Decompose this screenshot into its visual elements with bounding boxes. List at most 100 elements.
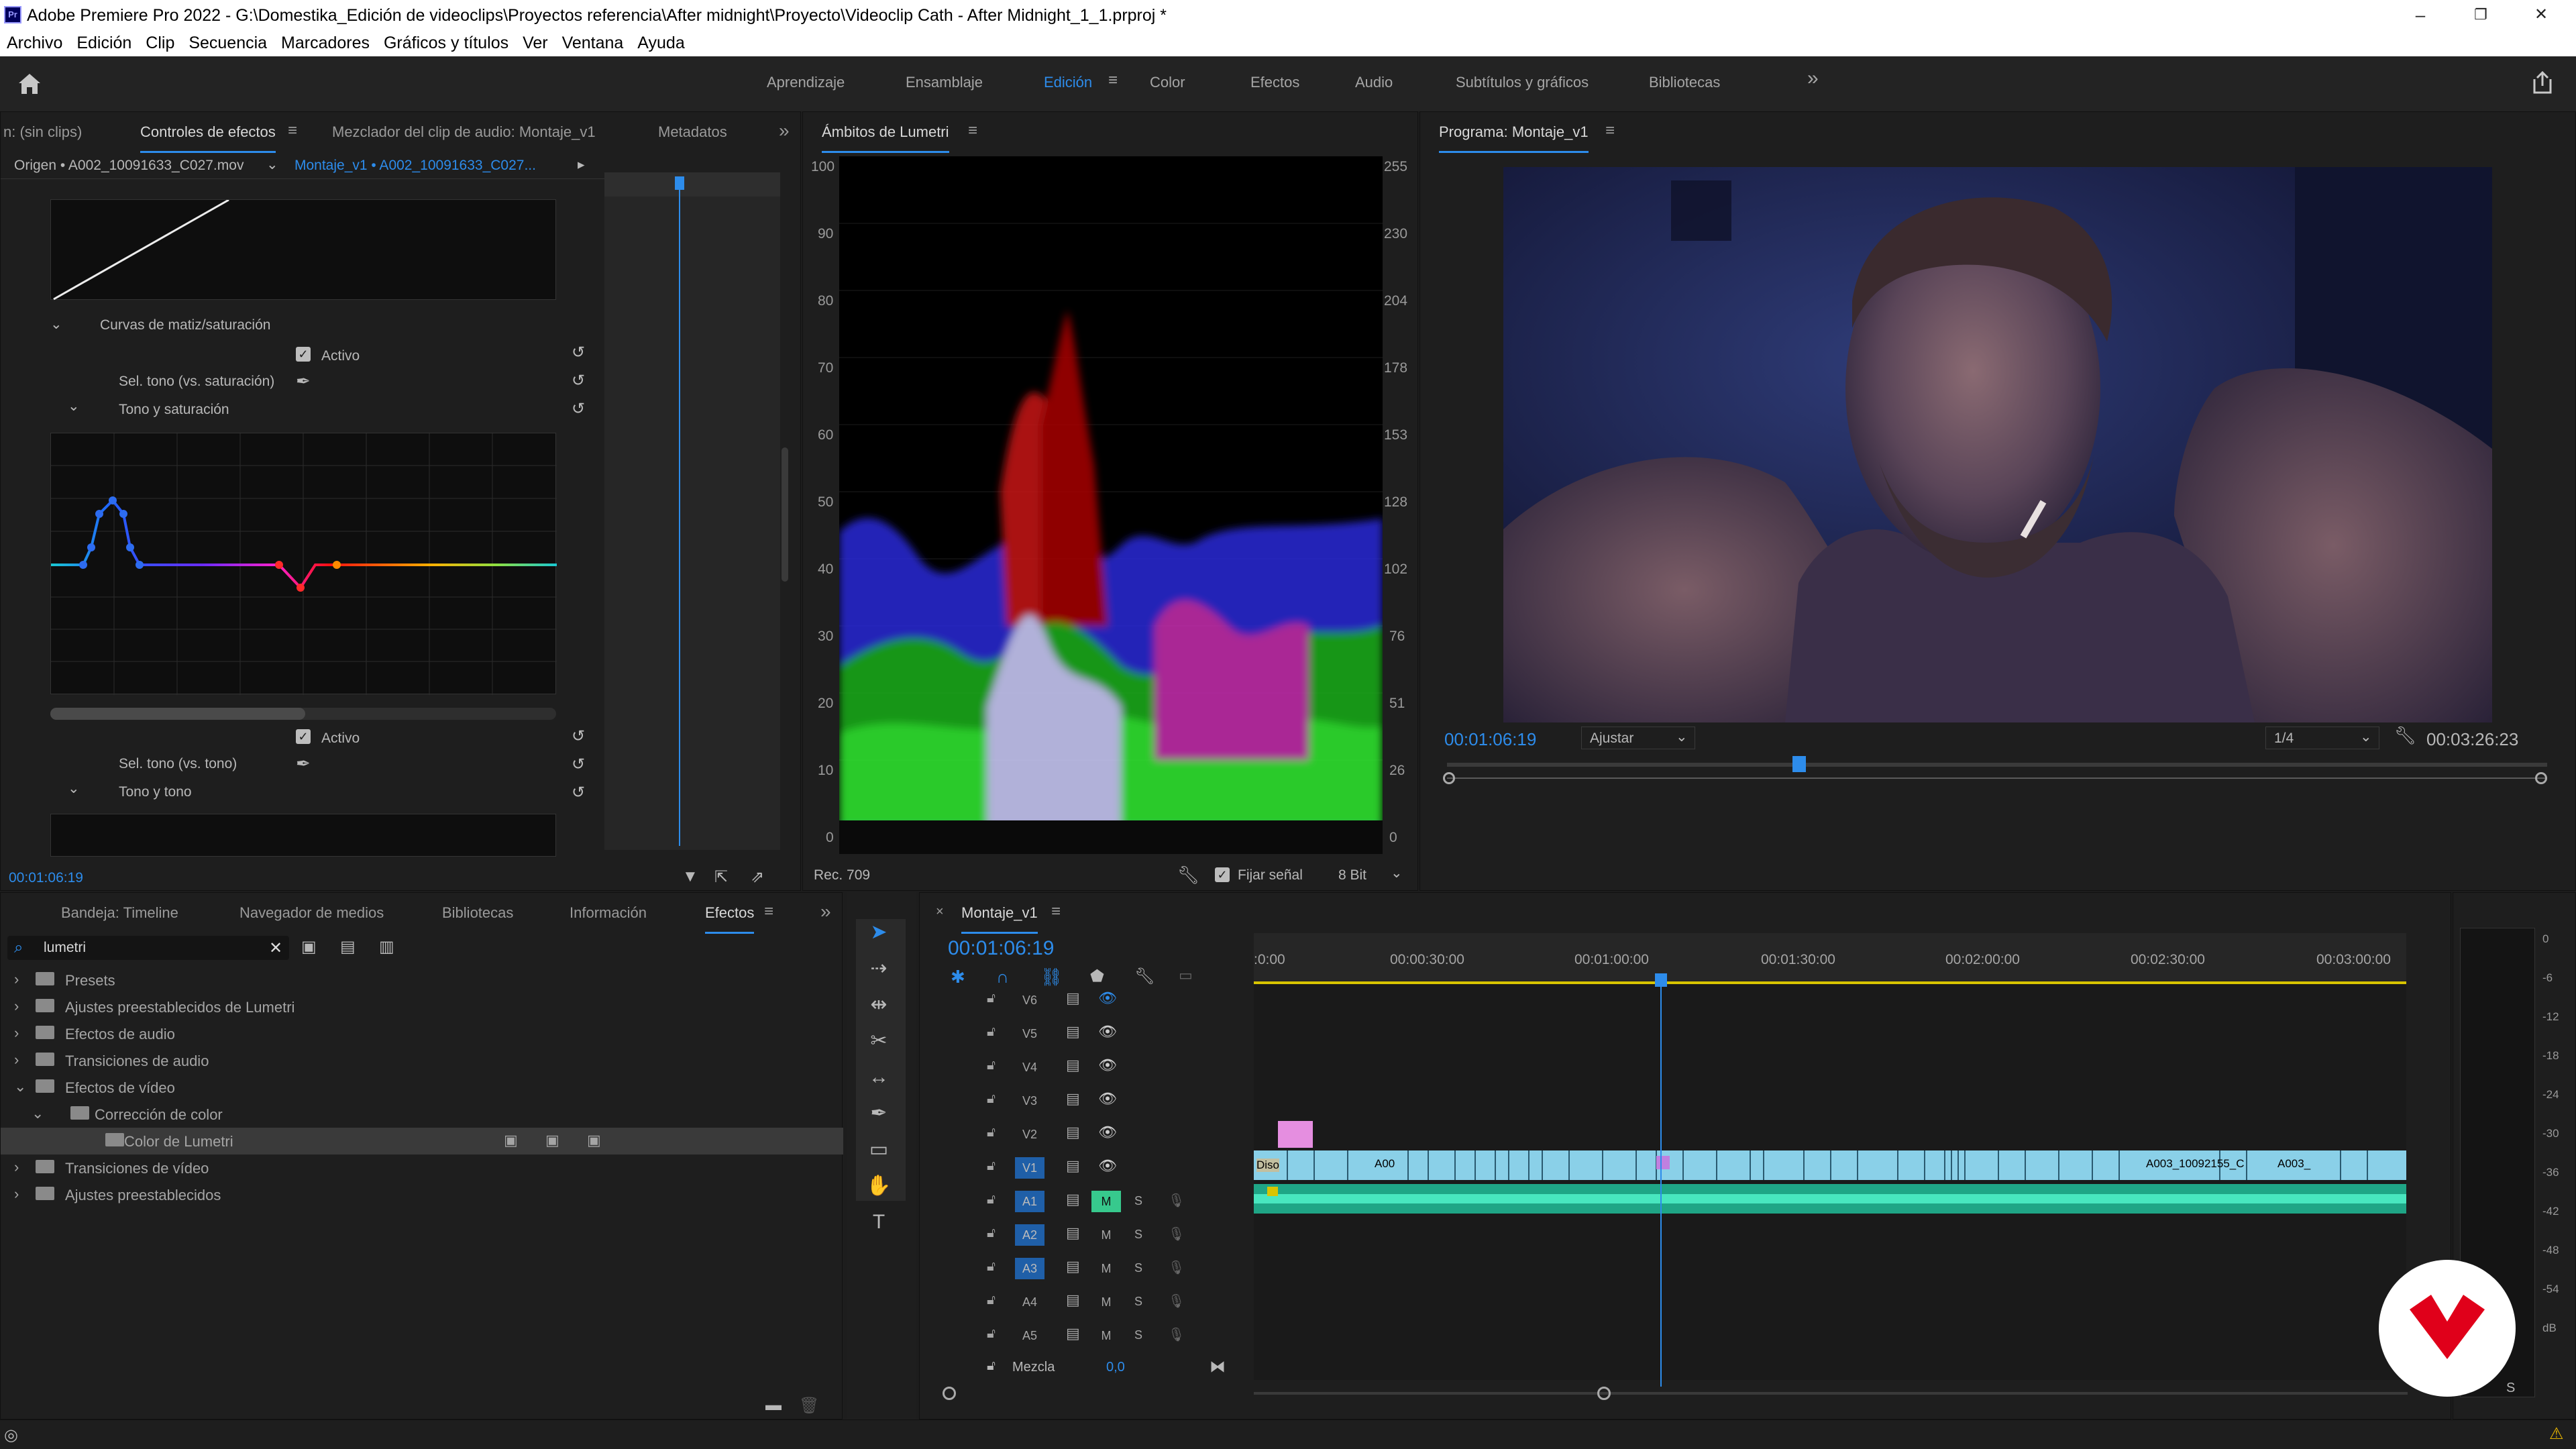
- lock-icon[interactable]: 🔓︎: [987, 1125, 996, 1140]
- tab-program[interactable]: Programa: Montaje_v1: [1439, 123, 1589, 153]
- eye-icon[interactable]: 👁︎: [1098, 1090, 1117, 1108]
- hand-tool-icon[interactable]: ✋: [865, 1173, 892, 1199]
- eyedropper-icon[interactable]: ✒: [296, 371, 311, 392]
- sync-lock-icon[interactable]: ▤: [1066, 1023, 1080, 1040]
- pen-tool-icon[interactable]: ✒: [865, 1100, 892, 1127]
- effect-folder[interactable]: › Transiciones de vídeo: [1, 1155, 843, 1181]
- settings-wrench-icon[interactable]: 🔧︎: [2394, 725, 2416, 746]
- track-label[interactable]: A4: [1015, 1291, 1044, 1313]
- clamp-signal-checkbox[interactable]: ✓: [1215, 867, 1230, 882]
- chevron-right-icon[interactable]: ›: [14, 1051, 19, 1069]
- chevron-right-icon[interactable]: ›: [14, 998, 19, 1015]
- lock-icon[interactable]: 🔓︎: [987, 1293, 996, 1308]
- menu-clip[interactable]: Clip: [146, 31, 174, 55]
- mix-track-header[interactable]: 🔓︎ Mezcla 0,0 ⧓: [987, 1356, 1255, 1383]
- solo-button[interactable]: S: [1134, 1295, 1142, 1309]
- audio-track-header[interactable]: 🔓︎ A5 ▤ M S 🎙︎: [920, 1320, 1254, 1352]
- sequence-clip-label[interactable]: Montaje_v1 • A002_10091633_C027...: [294, 158, 536, 174]
- effects-mini-timeline[interactable]: [604, 172, 780, 850]
- tab-info[interactable]: Información: [570, 904, 647, 922]
- chevron-down-icon[interactable]: ⌄: [266, 156, 278, 173]
- razor-tool-icon[interactable]: ✂: [865, 1028, 892, 1055]
- hue-sat-section-row[interactable]: ⌄ Curvas de matiz/saturación: [50, 312, 587, 339]
- playhead-handle[interactable]: [675, 176, 684, 190]
- sync-lock-icon[interactable]: ▤: [1066, 1224, 1080, 1242]
- panel-menu-icon[interactable]: ≡: [288, 121, 297, 140]
- active-checkbox[interactable]: ✓: [296, 347, 311, 362]
- warning-icon[interactable]: ⚠: [2549, 1424, 2564, 1444]
- lock-icon[interactable]: 🔓︎: [987, 1091, 996, 1107]
- lock-icon[interactable]: 🔓︎: [987, 1259, 996, 1275]
- program-scrub-bar[interactable]: [1443, 756, 2547, 786]
- audio-track-header[interactable]: 🔓︎ A2 ▤ M S 🎙︎: [920, 1219, 1254, 1251]
- v2-graphic-clip[interactable]: [1278, 1121, 1313, 1148]
- mute-button[interactable]: M: [1091, 1224, 1121, 1246]
- close-button[interactable]: ✕: [2521, 3, 2561, 28]
- accelerated-effects-icon[interactable]: ▣: [301, 937, 317, 957]
- microphone-icon[interactable]: 🎙︎: [1168, 1259, 1185, 1276]
- chevron-right-icon[interactable]: ›: [14, 1159, 19, 1176]
- track-label[interactable]: V4: [1015, 1057, 1044, 1078]
- track-label[interactable]: A1: [1015, 1191, 1044, 1212]
- workspace-color[interactable]: Color: [1150, 74, 1185, 91]
- video-track-header[interactable]: 🔓︎ V5 ▤ 👁︎: [920, 1018, 1254, 1050]
- menu-ayuda[interactable]: Ayuda: [637, 31, 684, 55]
- track-label[interactable]: A2: [1015, 1224, 1044, 1246]
- reset-icon[interactable]: ↺: [570, 400, 587, 418]
- reset-icon[interactable]: ↺: [570, 728, 587, 745]
- reset-icon[interactable]: ↺: [570, 756, 587, 773]
- panel-overflow-icon[interactable]: »: [820, 901, 831, 922]
- program-video-frame[interactable]: [1503, 167, 2492, 722]
- rectangle-tool-icon[interactable]: ▭: [865, 1136, 892, 1163]
- sync-lock-icon[interactable]: ▤: [1066, 1157, 1080, 1175]
- workspace-efectos[interactable]: Efectos: [1250, 74, 1299, 91]
- lock-icon[interactable]: 🔓︎: [987, 1058, 996, 1073]
- tab-sequence[interactable]: Montaje_v1: [961, 904, 1038, 934]
- chevron-down-icon[interactable]: ⌄: [32, 1105, 44, 1122]
- chevron-down-icon[interactable]: ⌄: [68, 780, 80, 797]
- graph-scrollbar[interactable]: [50, 708, 556, 720]
- workspace-audio[interactable]: Audio: [1355, 74, 1393, 91]
- menu-ver[interactable]: Ver: [523, 31, 548, 55]
- video-track-header[interactable]: 🔓︎ V1 ▤ 👁︎: [920, 1152, 1254, 1184]
- tab-lumetri-scopes[interactable]: Ámbitos de Lumetri: [822, 123, 949, 153]
- lock-icon[interactable]: 🔓︎: [987, 1358, 996, 1374]
- sync-lock-icon[interactable]: ▤: [1066, 1258, 1080, 1275]
- hue-vs-sat-curve-graph[interactable]: [50, 433, 557, 695]
- microphone-icon[interactable]: 🎙︎: [1168, 1226, 1185, 1242]
- reset-icon[interactable]: ↺: [570, 784, 587, 802]
- video-track-header[interactable]: 🔓︎ V3 ▤ 👁︎: [920, 1085, 1254, 1117]
- share-icon[interactable]: [2530, 70, 2555, 95]
- effects-search-input[interactable]: lumetri: [44, 940, 86, 956]
- workspace-edicion[interactable]: Edición: [1044, 74, 1092, 91]
- delete-icon[interactable]: 🗑︎: [799, 1396, 819, 1415]
- track-label[interactable]: A3: [1015, 1258, 1044, 1279]
- maximize-button[interactable]: ❐: [2461, 3, 2501, 28]
- solo-button[interactable]: S: [1134, 1194, 1142, 1208]
- v1-clip-strip[interactable]: Diso A00 A003_10092155_C A003_: [1254, 1150, 2406, 1180]
- microphone-icon[interactable]: 🎙︎: [1168, 1293, 1185, 1309]
- eye-icon[interactable]: 👁︎: [1098, 1023, 1117, 1040]
- mix-value[interactable]: 0,0: [1106, 1360, 1125, 1375]
- type-tool-icon[interactable]: T: [865, 1209, 892, 1236]
- effect-timecode[interactable]: 00:01:06:19: [9, 870, 83, 886]
- chevron-down-icon[interactable]: ⌄: [1391, 865, 1403, 881]
- mute-button[interactable]: M: [1091, 1191, 1121, 1212]
- lock-icon[interactable]: 🔓︎: [987, 1159, 996, 1174]
- tab-effects[interactable]: Efectos: [705, 904, 755, 934]
- sync-lock-icon[interactable]: ▤: [1066, 1325, 1080, 1342]
- eye-icon[interactable]: 👁︎: [1098, 989, 1117, 1007]
- audio-track-header[interactable]: 🔓︎ A1 ▤ M S 🎙︎: [920, 1185, 1254, 1218]
- menu-graficos[interactable]: Gráficos y títulos: [384, 31, 508, 55]
- more-workspaces-icon[interactable]: »: [1807, 67, 1819, 90]
- lock-icon[interactable]: 🔓︎: [987, 991, 996, 1006]
- solo-button[interactable]: S: [1134, 1228, 1142, 1242]
- video-track-header[interactable]: 🔓︎ V2 ▤ 👁︎: [920, 1118, 1254, 1150]
- sync-lock-icon[interactable]: ▤: [1066, 1291, 1080, 1309]
- workspace-subtitulos[interactable]: Subtítulos y gráficos: [1456, 74, 1589, 91]
- filter-icon[interactable]: ▼: [682, 867, 698, 886]
- workspace-ensamblaje[interactable]: Ensamblaje: [906, 74, 983, 91]
- eye-icon[interactable]: 👁︎: [1098, 1124, 1117, 1141]
- active-checkbox[interactable]: ✓: [296, 729, 311, 744]
- mute-button[interactable]: M: [1091, 1258, 1121, 1279]
